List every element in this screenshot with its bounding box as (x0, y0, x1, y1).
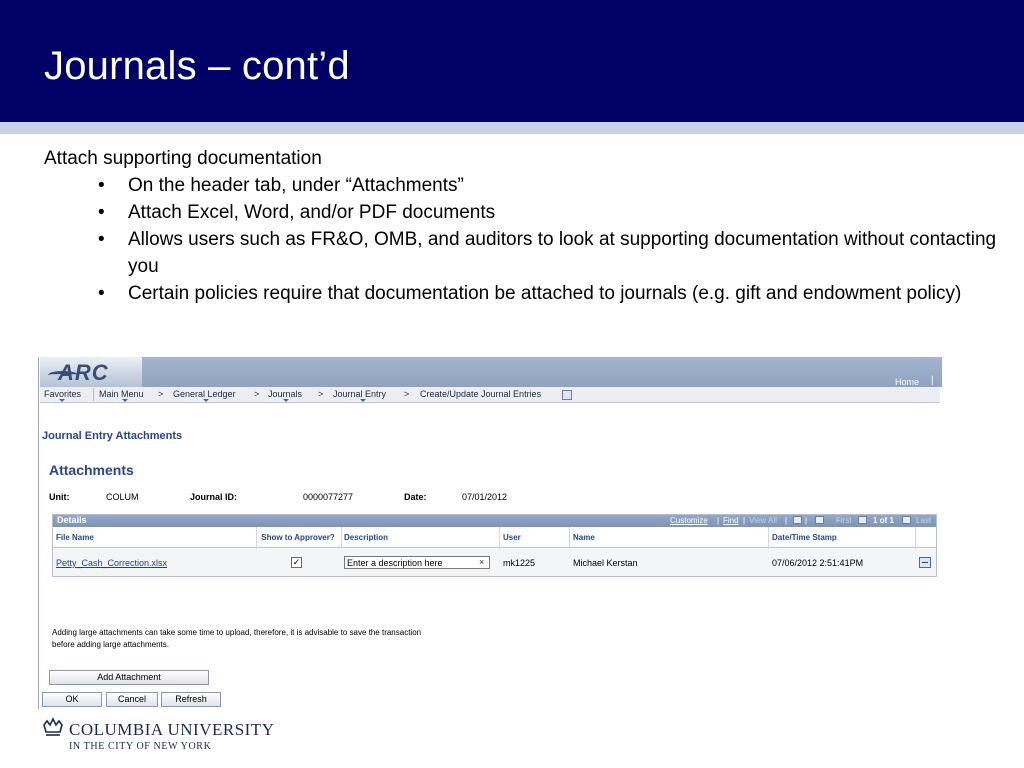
nav-separator: | (805, 516, 808, 525)
upload-note-line: before adding large attachments. (52, 640, 169, 649)
timestamp-cell: 07/06/2012 2:51:41PM (772, 558, 864, 568)
grid-title-bar: Details Customize | Find | View All | | … (53, 515, 936, 527)
slide-body: Attach supporting documentation • On the … (44, 145, 1004, 307)
name-cell: Michael Kerstan (573, 558, 638, 568)
bullet-dot: • (98, 283, 105, 304)
bullet-text: Attach Excel, Word, and/or PDF documents (128, 202, 496, 223)
delete-row-button[interactable] (919, 557, 931, 568)
col-show-to-approver[interactable]: Show to Approver? (259, 527, 337, 548)
crumb-journals[interactable]: Journals (268, 389, 302, 399)
app-banner: ARC Home | (40, 357, 942, 387)
view-all-link[interactable]: View All (749, 516, 777, 525)
journal-id-label: Journal ID: (190, 492, 238, 502)
crumb-general-ledger[interactable]: General Ledger (173, 389, 236, 399)
table-row: Petty_Cash_Correction.xlsx ✓ × mk1225 Mi… (53, 549, 936, 576)
user-cell: mk1225 (503, 558, 536, 568)
crumb-separator: > (318, 389, 324, 399)
date-label: Date: (404, 492, 427, 502)
show-to-approver-checkbox[interactable]: ✓ (291, 557, 302, 568)
header-band (0, 122, 1024, 134)
chevron-down-icon (203, 399, 209, 402)
col-name[interactable]: Name (573, 527, 595, 548)
description-input[interactable] (344, 556, 490, 569)
file-name-link[interactable]: Petty_Cash_Correction.xlsx (56, 558, 167, 568)
menu-main-menu[interactable]: Main Menu (99, 389, 144, 399)
bullet-item: • On the header tab, under “Attachments” (98, 172, 1004, 199)
bullet-item: • Allows users such as FR&O, OMB, and aud… (98, 226, 1004, 280)
bullet-item: • Certain policies require that documenta… (98, 280, 1004, 307)
crumb-create-update[interactable]: Create/Update Journal Entries (420, 389, 541, 399)
first-link[interactable]: First (836, 516, 852, 525)
last-link[interactable]: Last (916, 516, 931, 525)
university-name: COLUMBIA UNIVERSITY (69, 720, 275, 739)
home-separator: | (931, 375, 934, 386)
app-screenshot: ARC Home | Favorites Main Menu > General… (38, 357, 942, 709)
unit-label: Unit: (49, 492, 70, 502)
refresh-button[interactable]: Refresh (161, 692, 221, 707)
prev-arrow-icon[interactable] (858, 516, 867, 524)
crown-icon (43, 717, 63, 736)
chevron-down-icon (360, 399, 366, 402)
customize-link[interactable]: Customize (670, 516, 708, 525)
intro-text: Attach supporting documentation (44, 148, 322, 169)
bullet-list: • On the header tab, under “Attachments” … (98, 172, 1004, 307)
bullet-text: On the header tab, under “Attachments” (128, 175, 464, 196)
chevron-down-icon (59, 399, 65, 402)
arc-logo: ARC (58, 360, 109, 385)
add-attachment-button[interactable]: Add Attachment (49, 670, 209, 685)
find-link[interactable]: Find (723, 516, 739, 525)
screenshot-border (38, 357, 39, 709)
crumb-separator: > (158, 389, 164, 399)
home-link[interactable]: Home (895, 377, 919, 387)
crumb-separator: > (254, 389, 260, 399)
chevron-down-icon (283, 399, 289, 402)
next-arrow-icon[interactable] (902, 516, 911, 524)
bullet-text: Certain policies require that documentat… (128, 283, 962, 304)
slide-header: Journals – cont’d (0, 0, 1024, 122)
crumb-journal-entry[interactable]: Journal Entry (333, 389, 386, 399)
journal-id-value: 0000077277 (303, 492, 354, 502)
bullet-dot: • (98, 229, 105, 250)
nav-separator: | (785, 516, 788, 525)
bullet-dot: • (98, 175, 105, 196)
col-file-name[interactable]: File Name (56, 527, 94, 548)
download-icon[interactable] (793, 516, 802, 524)
banner-gradient (142, 357, 942, 387)
upload-note: Adding large attachments can take some t… (52, 627, 552, 651)
university-subtitle: IN THE CITY OF NEW YORK (69, 741, 212, 752)
grid-title: Details (57, 515, 87, 525)
bullet-text: Allows users such as FR&O, OMB, and audi… (128, 229, 997, 277)
menu-favorites[interactable]: Favorites (44, 389, 81, 399)
nav-separator: | (717, 516, 720, 525)
chevron-down-icon (122, 399, 128, 402)
bullet-item: • Attach Excel, Word, and/or PDF document… (98, 199, 1004, 226)
clear-icon[interactable]: × (479, 557, 484, 567)
section-title: Attachments (49, 462, 134, 478)
attachments-grid: Details Customize | Find | View All | | … (52, 514, 937, 577)
col-description[interactable]: Description (344, 527, 388, 548)
page-search-icon[interactable] (562, 390, 572, 400)
bullet-dot: • (98, 202, 105, 223)
page-title: Journal Entry Attachments (42, 430, 183, 442)
nav-separator: | (743, 516, 746, 525)
crumb-separator: > (404, 389, 410, 399)
breadcrumb: Favorites Main Menu > General Ledger > J… (40, 387, 940, 403)
cancel-button[interactable]: Cancel (106, 692, 158, 707)
grid-view-icon[interactable] (815, 516, 824, 524)
grid-header-row: File Name Show to Approver? Description … (53, 527, 936, 548)
ok-button[interactable]: OK (42, 692, 102, 707)
menu-divider (93, 388, 94, 401)
unit-value: COLUM (106, 492, 139, 502)
slide-title: Journals – cont’d (44, 44, 350, 88)
col-user[interactable]: User (503, 527, 521, 548)
upload-note-line: Adding large attachments can take some t… (52, 628, 422, 637)
col-date-time-stamp[interactable]: Date/Time Stamp (772, 527, 837, 548)
row-count: 1 of 1 (873, 516, 894, 525)
date-value: 07/01/2012 (462, 492, 508, 502)
